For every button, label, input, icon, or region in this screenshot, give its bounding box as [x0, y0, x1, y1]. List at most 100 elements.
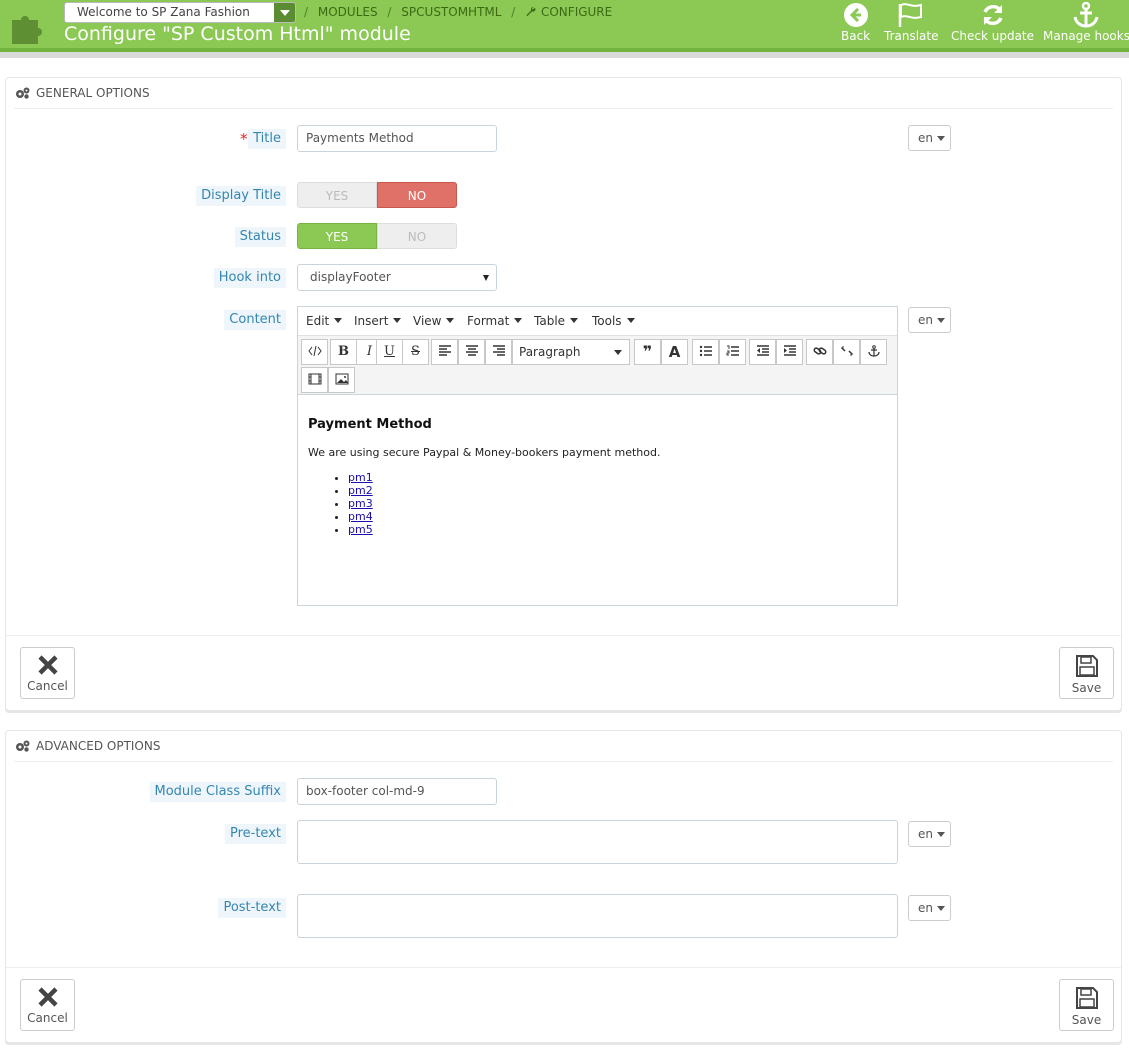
- align-center-icon[interactable]: [458, 339, 485, 365]
- title-input[interactable]: Payments Method: [297, 125, 497, 152]
- content-label: Content: [224, 310, 286, 330]
- link-icon[interactable]: [806, 339, 833, 365]
- list-item: pm5: [348, 523, 888, 536]
- cancel-label: Cancel: [27, 1011, 68, 1025]
- content-label-wrap: Content: [0, 310, 286, 330]
- page-title: Configure "SP Custom Html" module: [64, 23, 411, 45]
- arrow-left-circle-icon: [843, 3, 868, 27]
- posttext-label-wrap: Post-text: [0, 898, 286, 918]
- page-header: Welcome to SP Zana Fashion / MODULES / S…: [0, 0, 1129, 52]
- breadcrumb-configure: CONFIGURE: [540, 5, 613, 19]
- indent-icon[interactable]: [776, 339, 803, 365]
- status-label: Status: [234, 227, 286, 247]
- editor-toolbar: B I U S Paragraph ❞ A: [298, 335, 897, 395]
- content-link[interactable]: pm3: [348, 497, 373, 510]
- general-options-heading: GENERAL OPTIONS: [14, 78, 1113, 109]
- advanced-options-heading: ADVANCED OPTIONS: [14, 731, 1113, 762]
- check-update-button[interactable]: Check update: [951, 2, 1034, 43]
- status-yes[interactable]: YES: [297, 223, 377, 249]
- anchor-icon[interactable]: [860, 339, 887, 365]
- breadcrumb-spcustomhtml[interactable]: SPCUSTOMHTML: [401, 5, 501, 19]
- menu-insert[interactable]: Insert: [354, 314, 401, 328]
- menu-edit[interactable]: Edit: [306, 314, 342, 328]
- list-item: pm3: [348, 497, 888, 510]
- status-no[interactable]: NO: [377, 223, 457, 249]
- floppy-disk-icon: [1075, 987, 1098, 1009]
- editor-menubar: Edit Insert View Format Table Tools: [298, 307, 897, 335]
- translate-label: Translate: [884, 29, 939, 43]
- outdent-icon[interactable]: [749, 339, 776, 365]
- cancel-label: Cancel: [27, 679, 68, 693]
- unlink-icon[interactable]: [833, 339, 860, 365]
- numbered-list-icon[interactable]: [719, 339, 746, 365]
- content-lang-dropdown[interactable]: en: [908, 307, 951, 333]
- divider: [6, 967, 1121, 968]
- title-label-wrap: Title: [0, 129, 286, 149]
- translate-button[interactable]: Translate: [884, 2, 939, 43]
- breadcrumb-modules[interactable]: MODULES: [318, 5, 378, 19]
- hook-into-select[interactable]: displayFooter: [297, 264, 497, 291]
- bullet-list-icon[interactable]: [692, 339, 719, 365]
- cogs-icon: [16, 740, 30, 752]
- align-left-icon[interactable]: [431, 339, 458, 365]
- menu-view[interactable]: View: [413, 314, 454, 328]
- divider: [6, 635, 1121, 636]
- check-update-label: Check update: [951, 29, 1035, 43]
- header-shadow: [0, 52, 1129, 58]
- advanced-options-panel: ADVANCED OPTIONS: [5, 730, 1122, 1043]
- display-title-switch[interactable]: YES NO: [297, 182, 457, 208]
- save-button[interactable]: Save: [1059, 647, 1114, 699]
- hook-into-label: Hook into: [213, 268, 286, 288]
- manage-hooks-label: Manage hooks: [1043, 29, 1129, 43]
- text-color-icon[interactable]: A: [661, 339, 688, 365]
- suffix-label-wrap: Module Class Suffix: [0, 782, 286, 802]
- manage-hooks-button[interactable]: Manage hooks: [1043, 2, 1129, 43]
- shop-selector[interactable]: Welcome to SP Zana Fashion: [64, 2, 296, 23]
- back-button[interactable]: Back: [841, 2, 870, 43]
- insert-video-icon[interactable]: [301, 367, 328, 393]
- shop-selector-label: Welcome to SP Zana Fashion: [77, 5, 250, 19]
- content-link[interactable]: pm4: [348, 510, 373, 523]
- menu-table[interactable]: Table: [534, 314, 578, 328]
- chevron-down-icon: [274, 3, 295, 22]
- advanced-cancel-button[interactable]: Cancel: [20, 979, 75, 1031]
- blockquote-icon[interactable]: ❞: [634, 339, 661, 365]
- strikethrough-icon[interactable]: S: [402, 339, 429, 365]
- display-title-no[interactable]: NO: [377, 182, 457, 208]
- cancel-button[interactable]: Cancel: [20, 647, 75, 699]
- insert-image-icon[interactable]: [328, 367, 355, 393]
- display-title-yes[interactable]: YES: [297, 182, 377, 208]
- status-switch[interactable]: YES NO: [297, 223, 457, 249]
- display-title-label: Display Title: [196, 186, 286, 206]
- source-code-icon[interactable]: [301, 339, 328, 365]
- pre-text-lang-dropdown[interactable]: en: [908, 821, 951, 847]
- anchor-icon: [1074, 2, 1099, 28]
- cogs-icon: [16, 87, 30, 99]
- wrench-icon: [526, 6, 536, 17]
- content-paragraph: We are using secure Paypal & Money-booke…: [308, 446, 661, 459]
- bold-icon[interactable]: B: [330, 339, 357, 365]
- close-icon: [37, 987, 58, 1007]
- breadcrumb: / MODULES / SPCUSTOMHTML / CONFIGURE: [304, 5, 613, 19]
- align-right-icon[interactable]: [485, 339, 512, 365]
- close-icon: [37, 655, 58, 675]
- pre-text-textarea[interactable]: [297, 820, 898, 864]
- menu-format[interactable]: Format: [467, 314, 522, 328]
- post-text-lang-dropdown[interactable]: en: [908, 895, 951, 921]
- paragraph-format-select[interactable]: Paragraph: [512, 339, 630, 365]
- content-link[interactable]: pm5: [348, 523, 373, 536]
- content-link[interactable]: pm2: [348, 484, 373, 497]
- module-class-suffix-input[interactable]: box-footer col-md-9: [297, 778, 497, 805]
- advanced-save-button[interactable]: Save: [1059, 979, 1114, 1031]
- editor-content[interactable]: Payment Method We are using secure Paypa…: [308, 407, 888, 536]
- post-text-textarea[interactable]: [297, 894, 898, 938]
- puzzle-icon: [12, 16, 42, 44]
- menu-tools[interactable]: Tools: [592, 314, 635, 328]
- underline-icon[interactable]: U: [376, 339, 403, 365]
- content-link[interactable]: pm1: [348, 471, 373, 484]
- display-title-label-wrap: Display Title: [0, 186, 286, 206]
- pretext-label-wrap: Pre-text: [0, 824, 286, 844]
- list-item: pm1: [348, 471, 888, 484]
- title-lang-dropdown[interactable]: en: [908, 125, 951, 151]
- advanced-options-title: ADVANCED OPTIONS: [36, 739, 161, 753]
